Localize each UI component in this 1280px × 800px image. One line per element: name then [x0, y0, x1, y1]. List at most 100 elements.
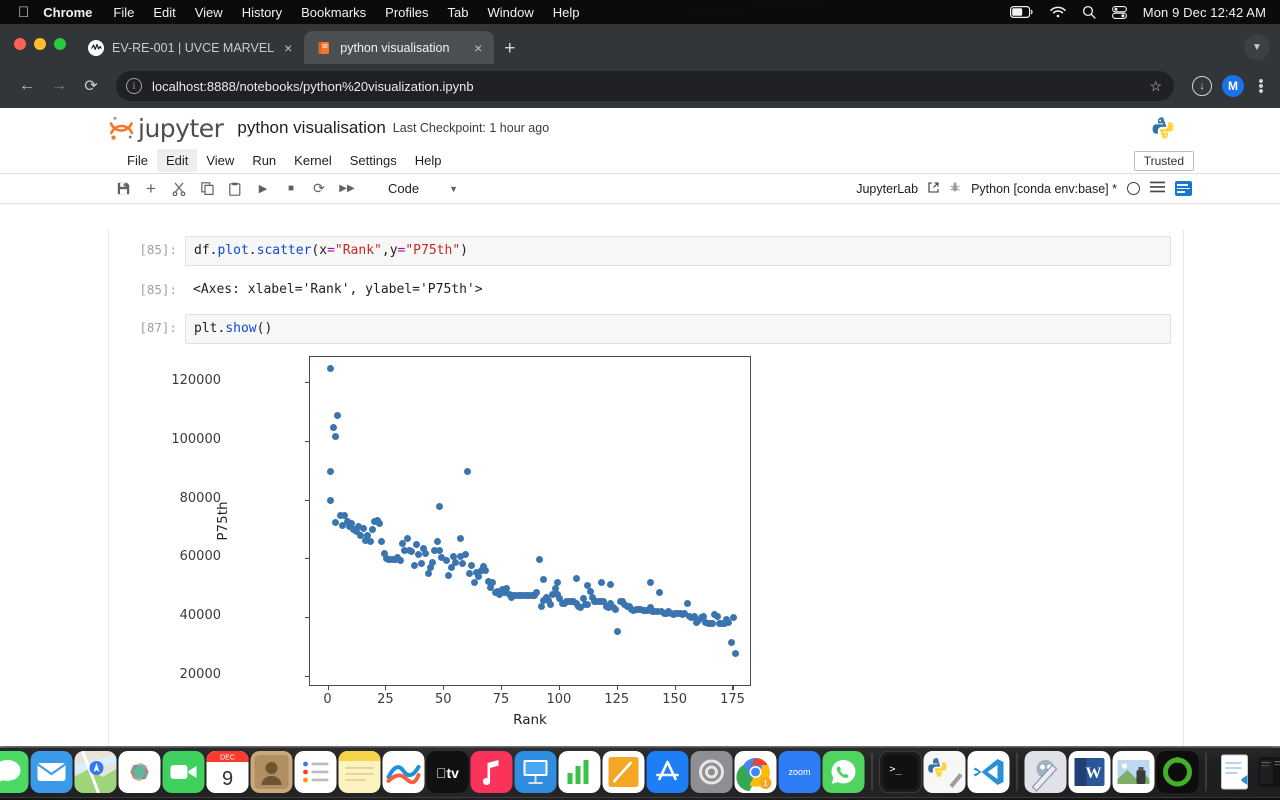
external-link-icon[interactable] — [928, 181, 939, 196]
copy-cell-button[interactable] — [194, 177, 220, 201]
dock-item-anaconda[interactable] — [1156, 751, 1199, 793]
dock-item-vscode[interactable] — [967, 751, 1010, 793]
notebook-cell-input-87[interactable]: [87]: plt.show() — [109, 313, 1183, 344]
dock-item-xcode[interactable] — [1024, 751, 1067, 793]
dock-item-messages[interactable] — [0, 751, 29, 793]
dock-item-appletv[interactable]: tv — [426, 751, 469, 793]
dock-item-pages[interactable] — [602, 751, 645, 793]
notebook-title[interactable]: python visualisation — [237, 118, 385, 138]
jupyter-logo[interactable]: jupyter — [108, 114, 224, 143]
dock-item-photos[interactable] — [118, 751, 161, 793]
bug-icon[interactable] — [949, 181, 961, 196]
address-bar[interactable]: i localhost:8888/notebooks/python%20visu… — [116, 71, 1174, 101]
info-circle-icon[interactable]: i — [126, 78, 142, 94]
menubar-item-view[interactable]: View — [195, 5, 223, 20]
notebook-cell-input-85[interactable]: [85]: df.plot.scatter(x="Rank",y="P75th"… — [109, 236, 1183, 267]
x-tick-label: 175 — [720, 691, 745, 707]
dock-item-settings[interactable] — [690, 751, 733, 793]
dock-item-facetime[interactable] — [162, 751, 205, 793]
dock-item-freeform[interactable] — [382, 751, 425, 793]
menubar-item-history[interactable]: History — [242, 5, 282, 20]
menubar-clock[interactable]: Mon 9 Dec 12:42 AM — [1143, 5, 1266, 20]
insert-cell-button[interactable]: + — [138, 177, 164, 201]
dock-item-calendar[interactable]: DEC 9 — [206, 751, 249, 793]
apple-icon[interactable]:  — [18, 5, 29, 20]
new-tab-button[interactable]: + — [504, 39, 515, 58]
side-panel-icon[interactable] — [1175, 181, 1192, 196]
menubar-item-tab[interactable]: Tab — [448, 5, 469, 20]
close-icon[interactable]: × — [472, 41, 484, 55]
dock-item-whatsapp[interactable] — [822, 751, 865, 793]
bookmark-star-icon[interactable]: ☆ — [1149, 78, 1162, 95]
jupyter-menu-edit[interactable]: Edit — [156, 149, 198, 172]
dock-item-document-vscode[interactable] — [1214, 751, 1256, 793]
dock-item-notes[interactable] — [338, 751, 381, 793]
dock-item-maps[interactable] — [74, 751, 117, 793]
dock-item-mail[interactable] — [30, 751, 73, 793]
menubar-item-help[interactable]: Help — [553, 5, 580, 20]
dock-item-contacts[interactable] — [250, 751, 293, 793]
menubar-item-bookmarks[interactable]: Bookmarks — [301, 5, 366, 20]
kebab-menu-icon[interactable]: • • • — [1254, 74, 1268, 99]
run-cell-button[interactable]: ▶ — [250, 177, 276, 201]
kernel-idle-circle-icon[interactable] — [1127, 182, 1140, 195]
save-button[interactable] — [110, 177, 136, 201]
jupyterlab-link[interactable]: JupyterLab — [856, 182, 918, 196]
jupyter-menu-kernel[interactable]: Kernel — [285, 149, 341, 172]
restart-kernel-button[interactable]: ⟳ — [306, 177, 332, 201]
code-editor[interactable]: df.plot.scatter(x="Rank",y="P75th") — [185, 236, 1171, 267]
kernel-name-label[interactable]: Python [conda env:base] * — [971, 182, 1117, 196]
dock-item-zoom[interactable]: zoom — [778, 751, 821, 793]
jupyter-menu-run[interactable]: Run — [243, 149, 285, 172]
dock-item-appstore[interactable] — [646, 751, 689, 793]
reload-button[interactable]: ⟳ — [76, 71, 106, 101]
dock-item-idle-python[interactable] — [923, 751, 966, 793]
dock-item-terminal[interactable]: >_ — [879, 751, 922, 793]
scatter-point — [368, 526, 376, 534]
scatter-point — [655, 589, 663, 597]
dock-item-reminders[interactable] — [294, 751, 337, 793]
profile-avatar[interactable]: M — [1222, 75, 1244, 97]
battery-icon[interactable] — [1009, 6, 1034, 18]
jupyter-menu-file[interactable]: File — [118, 149, 157, 172]
cell-type-select[interactable]: Code ▼ — [384, 179, 462, 198]
interrupt-kernel-button[interactable]: ■ — [278, 177, 304, 201]
dock-item-chrome[interactable]: 1 — [734, 751, 777, 793]
wifi-icon[interactable] — [1050, 6, 1066, 18]
close-window-button[interactable] — [14, 38, 26, 50]
control-center-icon[interactable] — [1111, 5, 1127, 19]
restart-run-all-button[interactable]: ▶▶ — [334, 177, 360, 201]
dock-item-music[interactable] — [470, 751, 513, 793]
dock-minimized-window-1[interactable] — [1258, 757, 1280, 787]
menubar-item-file[interactable]: File — [113, 5, 134, 20]
list-icon[interactable] — [1150, 181, 1165, 196]
jupyter-menu-settings[interactable]: Settings — [341, 149, 406, 172]
back-button[interactable]: ← — [12, 71, 42, 101]
forward-button[interactable]: → — [44, 71, 74, 101]
browser-tab-python-visualisation[interactable]: python visualisation × — [304, 31, 495, 64]
code-editor[interactable]: plt.show() — [185, 313, 1171, 344]
maximize-window-button[interactable] — [54, 38, 66, 50]
dock-item-word[interactable]: W — [1068, 751, 1111, 793]
chevron-down-icon[interactable]: ▼ — [1244, 34, 1270, 60]
scatter-point — [327, 497, 335, 504]
svg-text:1: 1 — [763, 779, 768, 788]
paste-cell-button[interactable] — [222, 177, 248, 201]
menubar-item-profiles[interactable]: Profiles — [385, 5, 428, 20]
jupyter-menu-help[interactable]: Help — [406, 149, 451, 172]
search-icon[interactable] — [1082, 5, 1096, 19]
download-icon[interactable]: ↓ — [1192, 76, 1212, 96]
minimize-window-button[interactable] — [34, 38, 46, 50]
jupyter-menu-view[interactable]: View — [197, 149, 243, 172]
browser-tab-uvce[interactable]: EV-RE-001 | UVCE MARVEL × — [76, 31, 304, 64]
menubar-item-window[interactable]: Window — [488, 5, 534, 20]
dock-item-numbers[interactable] — [558, 751, 601, 793]
menubar-item-chrome[interactable]: Chrome — [43, 5, 92, 20]
scatter-point — [470, 579, 478, 587]
dock-item-keynote[interactable] — [514, 751, 557, 793]
menubar-item-edit[interactable]: Edit — [153, 5, 175, 20]
dock-item-preview[interactable] — [1112, 751, 1155, 793]
close-icon[interactable]: × — [282, 41, 294, 55]
cut-cell-button[interactable] — [166, 177, 192, 201]
trusted-badge[interactable]: Trusted — [1133, 150, 1194, 171]
